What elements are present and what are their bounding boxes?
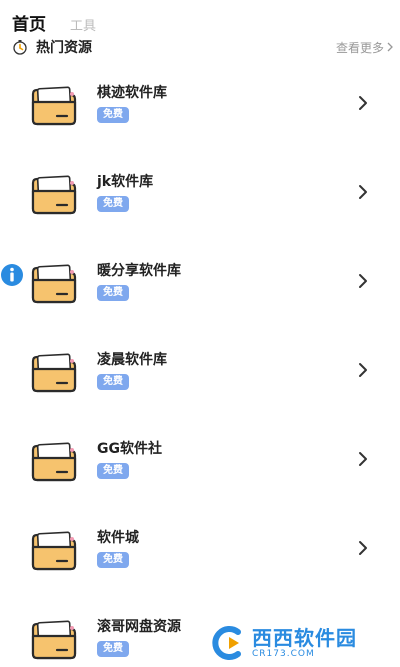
chevron-right-icon[interactable]	[357, 451, 369, 467]
chevron-right-icon[interactable]	[357, 184, 369, 200]
folder-icon	[31, 442, 77, 482]
list-item[interactable]: 凌晨软件库 免费	[0, 325, 400, 414]
list-item[interactable]: 软件城 免费	[0, 503, 400, 592]
resource-list: 棋迹软件库 免费 jk软件库 免费 暖分享软件库 免费 凌晨软件库 免费 GG软…	[0, 58, 400, 667]
folder-icon	[31, 531, 77, 571]
top-tabs: 首页 工具	[12, 10, 96, 35]
free-badge: 免费	[97, 463, 129, 479]
watermark-name: 西西软件园	[252, 625, 357, 650]
free-badge: 免费	[97, 285, 129, 301]
timer-icon	[13, 40, 27, 55]
watermark-url: CR173.COM	[252, 648, 315, 659]
chevron-right-icon[interactable]	[357, 362, 369, 378]
free-badge: 免费	[97, 641, 129, 657]
folder-icon	[31, 353, 77, 393]
item-name: 滚哥网盘资源	[97, 619, 181, 635]
folder-icon	[31, 175, 77, 215]
watermark-logo-icon	[212, 626, 241, 660]
folder-icon	[31, 86, 77, 126]
view-more-label: 查看更多	[335, 40, 384, 55]
free-badge: 免费	[97, 552, 129, 568]
item-name: 凌晨软件库	[97, 352, 167, 368]
chevron-right-icon	[387, 42, 393, 52]
item-name: jk软件库	[97, 174, 154, 190]
section-header: 热门资源 查看更多	[12, 36, 394, 58]
free-badge: 免费	[97, 374, 129, 390]
list-item[interactable]: GG软件社 免费	[0, 414, 400, 503]
free-badge: 免费	[97, 107, 129, 123]
item-name: GG软件社	[97, 441, 162, 457]
list-item[interactable]: 暖分享软件库 免费	[0, 236, 400, 325]
info-icon[interactable]	[0, 263, 24, 287]
item-name: 暖分享软件库	[97, 263, 181, 279]
tab-tools[interactable]: 工具	[70, 15, 96, 35]
section-title: 热门资源	[36, 40, 92, 56]
list-item[interactable]: jk软件库 免费	[0, 147, 400, 236]
view-more-link[interactable]: 查看更多	[336, 39, 394, 56]
item-name: 棋迹软件库	[97, 85, 167, 101]
watermark: 西西软件园 CR173.COM	[200, 619, 400, 667]
item-name: 软件城	[97, 530, 139, 546]
chevron-right-icon[interactable]	[357, 273, 369, 289]
list-item[interactable]: 棋迹软件库 免费	[0, 58, 400, 147]
folder-icon	[31, 620, 77, 660]
tab-home[interactable]: 首页	[12, 10, 46, 35]
folder-icon	[31, 264, 77, 304]
chevron-right-icon[interactable]	[357, 95, 369, 111]
free-badge: 免费	[97, 196, 129, 212]
chevron-right-icon[interactable]	[357, 540, 369, 556]
